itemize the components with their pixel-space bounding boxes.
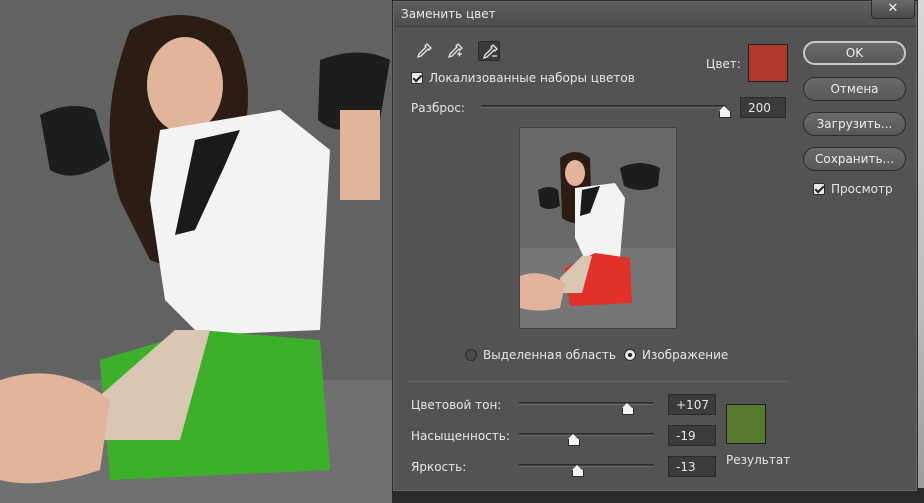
save-button[interactable]: Сохранить... xyxy=(803,147,906,171)
preview-label: Просмотр xyxy=(831,182,893,196)
target-color-swatch[interactable] xyxy=(748,44,788,82)
hue-slider-track[interactable] xyxy=(519,402,654,405)
localized-clusters-label: Локализованные наборы цветов xyxy=(429,71,635,85)
selection-radio-label: Выделенная область xyxy=(483,348,616,362)
result-label: Результат xyxy=(726,453,791,467)
image-radio[interactable] xyxy=(624,349,636,361)
eyedropper-minus-icon xyxy=(482,44,498,60)
preview-checkbox[interactable] xyxy=(813,183,825,195)
color-label: Цвет: xyxy=(706,57,741,71)
lightness-slider-track[interactable] xyxy=(519,464,654,467)
eyedropper-icon xyxy=(416,43,432,59)
eyedropper-plus-icon xyxy=(447,43,463,59)
fuzziness-slider-track[interactable] xyxy=(481,105,726,108)
selection-preview xyxy=(519,127,677,329)
saturation-input[interactable]: -19 xyxy=(668,425,716,446)
hue-label: Цветовой тон: xyxy=(411,398,502,412)
close-button[interactable]: ✕ xyxy=(871,0,915,19)
add-to-sample-tool[interactable] xyxy=(444,41,466,61)
hue-input[interactable]: +107 xyxy=(668,394,716,415)
dialog-titlebar[interactable]: Заменить цвет xyxy=(394,2,916,27)
preview-image xyxy=(520,128,676,328)
load-button[interactable]: Загрузить... xyxy=(803,112,906,136)
ok-button[interactable]: OK xyxy=(803,41,906,65)
cancel-button[interactable]: Отмена xyxy=(803,77,906,101)
replace-color-dialog: Заменить цвет ✕ Локализованные наборы цв… xyxy=(392,0,918,492)
saturation-label: Насыщенность: xyxy=(411,429,510,443)
localized-clusters-checkbox[interactable] xyxy=(411,72,423,84)
saturation-slider-track[interactable] xyxy=(519,433,654,436)
image-radio-label: Изображение xyxy=(642,348,729,362)
selection-radio[interactable] xyxy=(465,349,477,361)
section-divider xyxy=(408,381,788,382)
background-photo-illustration xyxy=(0,0,400,503)
lightness-input[interactable]: -13 xyxy=(668,456,716,477)
fuzziness-input[interactable]: 200 xyxy=(740,97,786,118)
close-icon: ✕ xyxy=(887,1,899,16)
subtract-from-sample-tool[interactable] xyxy=(478,41,500,61)
dialog-title: Заменить цвет xyxy=(401,7,496,21)
eyedropper-tool[interactable] xyxy=(413,41,435,61)
result-color-swatch[interactable] xyxy=(726,404,766,444)
lightness-label: Яркость: xyxy=(411,460,467,474)
fuzziness-label: Разброс: xyxy=(411,101,465,115)
